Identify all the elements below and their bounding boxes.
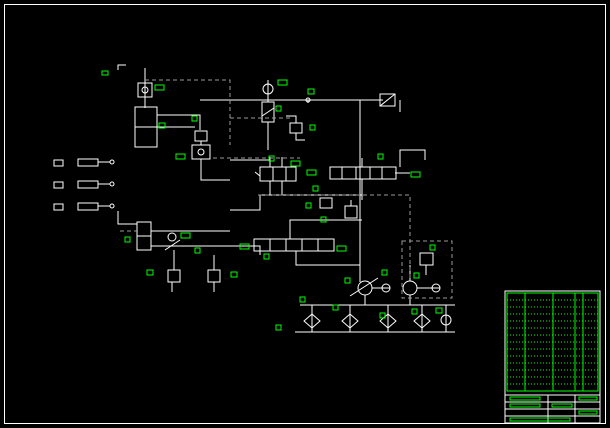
pipe-network xyxy=(53,64,455,333)
dashed-enclosures xyxy=(120,79,453,299)
hydraulic-schematic-drawing xyxy=(4,4,606,424)
title-block xyxy=(504,290,601,424)
drawing-frame xyxy=(4,4,606,424)
